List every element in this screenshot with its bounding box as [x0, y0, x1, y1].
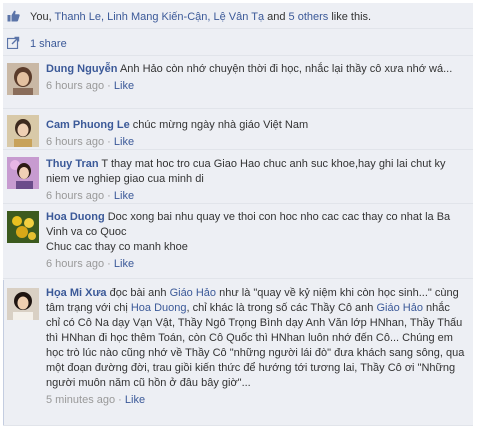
avatar[interactable]: [7, 63, 39, 95]
liker-link-thanh-le[interactable]: Thanh Le,: [54, 11, 104, 23]
comment-meta: 6 hours ago · Like: [46, 190, 135, 202]
comment-meta: 5 minutes ago · Like: [46, 394, 146, 406]
comment-text-part: đọc bài anh: [109, 287, 167, 299]
comment-text: Doc xong bai nhu quay ve thoi con hoc nh…: [46, 211, 451, 238]
comment-meta: 6 hours ago · Like: [46, 258, 135, 270]
avatar[interactable]: [7, 157, 39, 189]
avatar[interactable]: [7, 288, 39, 320]
mention-link-giao-hao[interactable]: Giáo Hảo: [170, 287, 216, 299]
comment-item: Hoa Duong Doc xong bai nhu quay ve thoi …: [3, 205, 473, 279]
likes-summary: You, Thanh Le, Linh Mang Kiến-Cận, Lệ Vâ…: [3, 3, 473, 29]
thumbs-up-icon: [7, 10, 20, 22]
comment-timestamp[interactable]: 6 hours ago: [46, 190, 104, 202]
comment-timestamp[interactable]: 6 hours ago: [46, 80, 104, 92]
mention-link-hoa-duong[interactable]: Hoa Duong: [131, 302, 187, 314]
liker-link-le-van-ta[interactable]: Lệ Vân Tạ: [214, 11, 265, 23]
likes-prefix: You,: [30, 11, 52, 23]
comment-author-link[interactable]: Cam Phuong Le: [46, 119, 130, 131]
likes-text: You, Thanh Le, Linh Mang Kiến-Cận, Lệ Vâ…: [30, 10, 371, 24]
comment-item: Cam Phuong Le chúc mừng ngày nhà giáo Vi…: [3, 110, 473, 150]
share-summary: 1 share: [3, 30, 473, 56]
comment-text: T thay mat hoc tro cua Giao Hao chuc anh…: [46, 158, 446, 185]
comment-text-part: , chỉ khác là trong số các Thầy Cô anh: [186, 302, 374, 314]
comment-like-button[interactable]: Like: [125, 394, 145, 406]
share-count-link[interactable]: 1 share: [30, 37, 67, 51]
comment-text: chúc mừng ngày nhà giáo Việt Nam: [132, 119, 309, 131]
comment-meta: 6 hours ago · Like: [46, 136, 135, 148]
liker-link-linh-mang[interactable]: Linh Mang Kiến-Cận,: [107, 11, 210, 23]
share-icon: [7, 36, 20, 49]
comment-text-part: nhắc chỉ có Cô Na dạy Vạn Vật, Thầy Ngô …: [46, 302, 465, 389]
comment-meta: 6 hours ago · Like: [46, 80, 135, 92]
likes-and: and: [267, 11, 286, 23]
comment-text: Anh Hảo còn nhớ chuyện thời đi học, nhắc…: [119, 63, 453, 75]
comment-author-link[interactable]: Thuy Tran: [46, 158, 99, 170]
comment-text-line2: Chuc cac thay co manh khoe: [46, 241, 188, 253]
comment-like-button[interactable]: Like: [114, 80, 134, 92]
comment-like-button[interactable]: Like: [114, 258, 134, 270]
comment-timestamp[interactable]: 6 hours ago: [46, 136, 104, 148]
avatar[interactable]: [7, 115, 39, 147]
comment-author-link[interactable]: Hoa Duong: [46, 211, 105, 223]
likes-others-link[interactable]: 5 others: [289, 11, 329, 23]
mention-link-giao-hao[interactable]: Giáo Hảo: [376, 302, 422, 314]
comment-item: Dung Nguyễn Anh Hảo còn nhớ chuyện thời …: [3, 57, 473, 109]
comment-item: Họa Mi Xưa đọc bài anh Giáo Hảo như là "…: [3, 280, 473, 426]
comment-timestamp[interactable]: 5 minutes ago: [46, 394, 115, 406]
likes-suffix: like this.: [331, 11, 372, 23]
comment-timestamp[interactable]: 6 hours ago: [46, 258, 104, 270]
comment-like-button[interactable]: Like: [114, 190, 134, 202]
avatar[interactable]: [7, 211, 39, 243]
comment-like-button[interactable]: Like: [114, 136, 134, 148]
comment-author-link[interactable]: Dung Nguyễn: [46, 63, 118, 75]
comment-item: Thuy Tran T thay mat hoc tro cua Giao Ha…: [3, 151, 473, 204]
comments-panel: You, Thanh Le, Linh Mang Kiến-Cận, Lệ Vâ…: [3, 3, 473, 426]
comment-author-link[interactable]: Họa Mi Xưa: [46, 287, 107, 299]
